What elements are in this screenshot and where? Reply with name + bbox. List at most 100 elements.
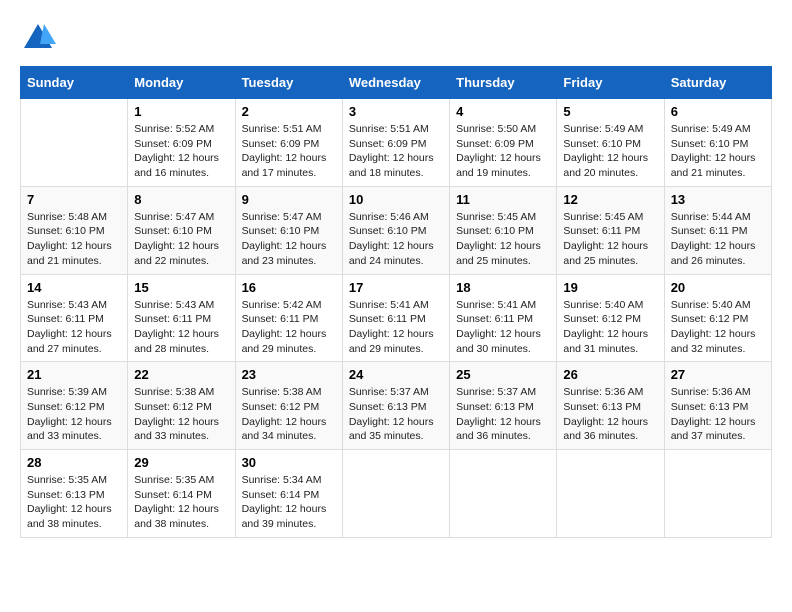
logo-icon [20, 20, 56, 56]
calendar-week-5: 28 Sunrise: 5:35 AM Sunset: 6:13 PM Dayli… [21, 450, 772, 538]
day-info: Sunrise: 5:44 AM Sunset: 6:11 PM Dayligh… [671, 210, 765, 269]
calendar-cell: 18Sunrise: 5:41 AM Sunset: 6:11 PM Dayli… [450, 274, 557, 362]
day-info: Sunrise: 5:34 AM Sunset: 6:14 PM Dayligh… [242, 473, 336, 532]
calendar-cell: 30 Sunrise: 5:34 AM Sunset: 6:14 PM Dayli… [235, 450, 342, 538]
calendar-cell: 25 Sunrise: 5:37 AM Sunset: 6:13 PM Dayli… [450, 362, 557, 450]
day-info: Sunrise: 5:37 AM Sunset: 6:13 PM Dayligh… [456, 385, 550, 444]
day-info: Sunrise: 5:45 AM Sunset: 6:10 PM Dayligh… [456, 210, 550, 269]
calendar-cell: 2 Sunrise: 5:51 AM Sunset: 6:09 PM Daylig… [235, 99, 342, 187]
day-info: Sunrise: 5:51 AM Sunset: 6:09 PM Dayligh… [349, 122, 443, 181]
day-number: 23 [242, 367, 336, 382]
day-info: Sunrise: 5:45 AM Sunset: 6:11 PM Dayligh… [563, 210, 657, 269]
day-info: Sunrise: 5:43 AM Sunset: 6:11 PM Dayligh… [134, 298, 228, 357]
day-number: 18 [456, 280, 550, 295]
day-info: Sunrise: 5:47 AM Sunset: 6:10 PM Dayligh… [242, 210, 336, 269]
calendar-cell: 23 Sunrise: 5:38 AM Sunset: 6:12 PM Dayli… [235, 362, 342, 450]
day-number: 30 [242, 455, 336, 470]
calendar-cell: 22 Sunrise: 5:38 AM Sunset: 6:12 PM Dayli… [128, 362, 235, 450]
calendar-cell: 15 Sunrise: 5:43 AM Sunset: 6:11 PM Dayli… [128, 274, 235, 362]
day-number: 22 [134, 367, 228, 382]
day-info: Sunrise: 5:47 AM Sunset: 6:10 PM Dayligh… [134, 210, 228, 269]
day-info: Sunrise: 5:38 AM Sunset: 6:12 PM Dayligh… [242, 385, 336, 444]
day-info: Sunrise: 5:38 AM Sunset: 6:12 PM Dayligh… [134, 385, 228, 444]
day-info: Sunrise: 5:50 AM Sunset: 6:09 PM Dayligh… [456, 122, 550, 181]
calendar-cell: 19 Sunrise: 5:40 AM Sunset: 6:12 PM Dayli… [557, 274, 664, 362]
header-thursday: Thursday [450, 67, 557, 99]
day-info: Sunrise: 5:40 AM Sunset: 6:12 PM Dayligh… [563, 298, 657, 357]
calendar-cell: 1 Sunrise: 5:52 AM Sunset: 6:09 PM Daylig… [128, 99, 235, 187]
calendar-cell: 6 Sunrise: 5:49 AM Sunset: 6:10 PM Daylig… [664, 99, 771, 187]
day-number: 11 [456, 192, 550, 207]
calendar-cell: 4 Sunrise: 5:50 AM Sunset: 6:09 PM Daylig… [450, 99, 557, 187]
day-number: 27 [671, 367, 765, 382]
calendar-cell [557, 450, 664, 538]
calendar-cell: 11 Sunrise: 5:45 AM Sunset: 6:10 PM Dayli… [450, 186, 557, 274]
day-number: 13 [671, 192, 765, 207]
day-number: 2 [242, 104, 336, 119]
calendar-cell: 8 Sunrise: 5:47 AM Sunset: 6:10 PM Daylig… [128, 186, 235, 274]
calendar-cell: 3 Sunrise: 5:51 AM Sunset: 6:09 PM Daylig… [342, 99, 449, 187]
day-number: 14 [27, 280, 121, 295]
day-number: 7 [27, 192, 121, 207]
calendar-cell [450, 450, 557, 538]
calendar-week-4: 21 Sunrise: 5:39 AM Sunset: 6:12 PM Dayli… [21, 362, 772, 450]
day-number: 4 [456, 104, 550, 119]
day-number: 9 [242, 192, 336, 207]
day-number: 28 [27, 455, 121, 470]
calendar-cell: 27 Sunrise: 5:36 AM Sunset: 6:13 PM Dayli… [664, 362, 771, 450]
day-info: Sunrise: 5:39 AM Sunset: 6:12 PM Dayligh… [27, 385, 121, 444]
day-number: 21 [27, 367, 121, 382]
day-number: 26 [563, 367, 657, 382]
day-number: 25 [456, 367, 550, 382]
day-number: 15 [134, 280, 228, 295]
calendar-cell: 17Sunrise: 5:41 AM Sunset: 6:11 PM Dayli… [342, 274, 449, 362]
day-number: 20 [671, 280, 765, 295]
calendar-cell: 12 Sunrise: 5:45 AM Sunset: 6:11 PM Dayli… [557, 186, 664, 274]
calendar-cell: 24 Sunrise: 5:37 AM Sunset: 6:13 PM Dayli… [342, 362, 449, 450]
day-number: 6 [671, 104, 765, 119]
header-saturday: Saturday [664, 67, 771, 99]
day-number: 5 [563, 104, 657, 119]
header-monday: Monday [128, 67, 235, 99]
calendar-cell: 13 Sunrise: 5:44 AM Sunset: 6:11 PM Dayli… [664, 186, 771, 274]
header-wednesday: Wednesday [342, 67, 449, 99]
day-number: 24 [349, 367, 443, 382]
calendar-cell [342, 450, 449, 538]
calendar-cell: 7 Sunrise: 5:48 AM Sunset: 6:10 PM Daylig… [21, 186, 128, 274]
calendar-cell: 14 Sunrise: 5:43 AM Sunset: 6:11 PM Dayli… [21, 274, 128, 362]
calendar-cell: 16 Sunrise: 5:42 AM Sunset: 6:11 PM Dayli… [235, 274, 342, 362]
day-info: Sunrise: 5:42 AM Sunset: 6:11 PM Dayligh… [242, 298, 336, 357]
day-info: Sunrise: 5:46 AM Sunset: 6:10 PM Dayligh… [349, 210, 443, 269]
day-number: 8 [134, 192, 228, 207]
day-number: 3 [349, 104, 443, 119]
calendar-cell: 29Sunrise: 5:35 AM Sunset: 6:14 PM Dayli… [128, 450, 235, 538]
day-info: Sunrise: 5:51 AM Sunset: 6:09 PM Dayligh… [242, 122, 336, 181]
page-header [20, 20, 772, 56]
day-info: Sunrise: 5:35 AM Sunset: 6:13 PM Dayligh… [27, 473, 121, 532]
day-number: 29 [134, 455, 228, 470]
day-info: Sunrise: 5:49 AM Sunset: 6:10 PM Dayligh… [563, 122, 657, 181]
calendar-header-row: SundayMondayTuesdayWednesdayThursdayFrid… [21, 67, 772, 99]
calendar-cell: 26 Sunrise: 5:36 AM Sunset: 6:13 PM Dayli… [557, 362, 664, 450]
day-number: 16 [242, 280, 336, 295]
day-number: 10 [349, 192, 443, 207]
calendar-cell: 21 Sunrise: 5:39 AM Sunset: 6:12 PM Dayli… [21, 362, 128, 450]
calendar-cell: 5 Sunrise: 5:49 AM Sunset: 6:10 PM Daylig… [557, 99, 664, 187]
day-info: Sunrise: 5:52 AM Sunset: 6:09 PM Dayligh… [134, 122, 228, 181]
day-number: 12 [563, 192, 657, 207]
day-info: Sunrise: 5:36 AM Sunset: 6:13 PM Dayligh… [671, 385, 765, 444]
calendar-cell: 9 Sunrise: 5:47 AM Sunset: 6:10 PM Daylig… [235, 186, 342, 274]
day-info: Sunrise: 5:49 AM Sunset: 6:10 PM Dayligh… [671, 122, 765, 181]
header-friday: Friday [557, 67, 664, 99]
calendar-cell: 10 Sunrise: 5:46 AM Sunset: 6:10 PM Dayli… [342, 186, 449, 274]
day-info: Sunrise: 5:43 AM Sunset: 6:11 PM Dayligh… [27, 298, 121, 357]
header-sunday: Sunday [21, 67, 128, 99]
calendar-cell: 28 Sunrise: 5:35 AM Sunset: 6:13 PM Dayli… [21, 450, 128, 538]
day-info: Sunrise: 5:48 AM Sunset: 6:10 PM Dayligh… [27, 210, 121, 269]
day-info: Sunrise: 5:36 AM Sunset: 6:13 PM Dayligh… [563, 385, 657, 444]
day-number: 1 [134, 104, 228, 119]
calendar-cell: 20Sunrise: 5:40 AM Sunset: 6:12 PM Dayli… [664, 274, 771, 362]
logo [20, 20, 60, 56]
day-number: 19 [563, 280, 657, 295]
day-info: Sunrise: 5:37 AM Sunset: 6:13 PM Dayligh… [349, 385, 443, 444]
